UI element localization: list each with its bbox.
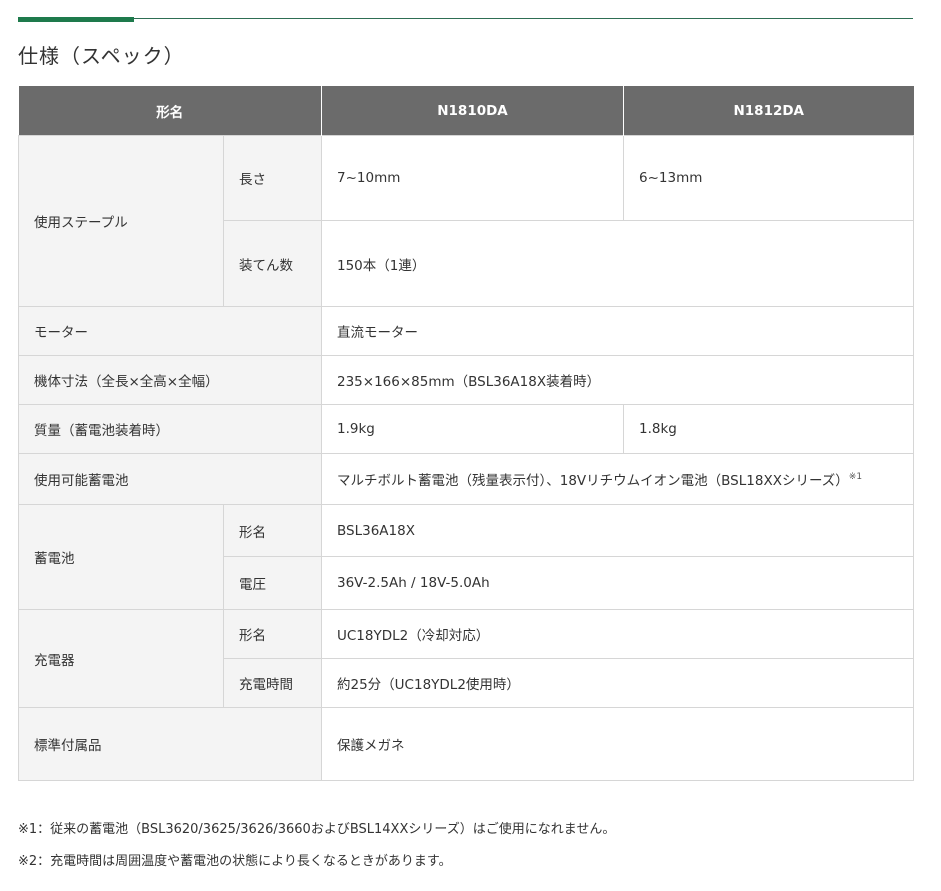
charger-time-value: 約25分（UC18YDL2使用時） xyxy=(321,658,914,708)
charger-label: 充電器 xyxy=(18,609,224,708)
header-model-label: 形名 xyxy=(18,86,322,136)
staple-length-label: 長さ xyxy=(223,135,322,221)
table-row: 機体寸法（全長×全高×全幅） 235×166×85mm（BSL36A18X装着時… xyxy=(18,355,914,405)
section-divider xyxy=(18,18,913,19)
staple-length-n1812da: 6~13mm xyxy=(623,135,914,221)
table-header-row: 形名 N1810DA N1812DA xyxy=(18,86,914,136)
footnote-2: ※2：充電時間は周囲温度や蓄電池の状態により長くなるときがあります。 xyxy=(18,854,452,869)
usable-battery-label: 使用可能蓄電池 xyxy=(18,453,322,505)
table-row: 蓄電池 形名 BSL36A18X xyxy=(18,504,914,610)
table-row: 使用可能蓄電池 マルチボルト蓄電池（残量表示付）、18Vリチウムイオン電池（BS… xyxy=(18,453,914,505)
header-model-n1810da: N1810DA xyxy=(321,86,624,136)
footnote-1: ※1：従来の蓄電池（BSL3620/3625/3626/3660およびBSL14… xyxy=(18,822,616,837)
battery-model-label: 形名 xyxy=(223,504,322,557)
motor-label: モーター xyxy=(18,306,322,356)
accessories-label: 標準付属品 xyxy=(18,707,322,781)
weight-label: 質量（蓄電池装着時） xyxy=(18,404,322,454)
usable-battery-cell: マルチボルト蓄電池（残量表示付）、18Vリチウムイオン電池（BSL18XXシリー… xyxy=(321,453,914,505)
battery-model-value: BSL36A18X xyxy=(321,504,914,557)
staple-length-n1810da: 7~10mm xyxy=(321,135,624,221)
header-model-n1812da: N1812DA xyxy=(623,86,914,136)
weight-n1810da: 1.9kg xyxy=(321,404,624,454)
dimensions-label: 機体寸法（全長×全高×全幅） xyxy=(18,355,322,405)
table-row: 充電器 形名 UC18YDL2（冷却対応） xyxy=(18,609,914,708)
staple-capacity-value: 150本（1連） xyxy=(321,220,914,307)
charger-model-label: 形名 xyxy=(223,609,322,659)
spec-table: 形名 N1810DA N1812DA 使用ステープル 長さ 7~10mm 6~1… xyxy=(18,86,914,781)
motor-value: 直流モーター xyxy=(321,306,914,356)
table-row: 質量（蓄電池装着時） 1.9kg 1.8kg xyxy=(18,404,914,454)
weight-n1812da: 1.8kg xyxy=(623,404,914,454)
battery-voltage-value: 36V-2.5Ah / 18V-5.0Ah xyxy=(321,556,914,610)
dimensions-value: 235×166×85mm（BSL36A18X装着時） xyxy=(321,355,914,405)
section-accent-bar xyxy=(18,17,134,22)
table-row: モーター 直流モーター xyxy=(18,306,914,356)
charger-time-label: 充電時間 xyxy=(223,658,322,708)
table-row: 標準付属品 保護メガネ xyxy=(18,707,914,781)
table-row: 使用ステープル 長さ 7~10mm 6~13mm xyxy=(18,135,914,307)
accessories-value: 保護メガネ xyxy=(321,707,914,781)
footnote-marker: ※1 xyxy=(848,472,863,482)
battery-voltage-label: 電圧 xyxy=(223,556,322,610)
staple-label: 使用ステープル xyxy=(18,135,224,307)
battery-label: 蓄電池 xyxy=(18,504,224,610)
page-title: 仕様（スペック） xyxy=(18,44,185,68)
staple-capacity-label: 装てん数 xyxy=(223,220,322,307)
usable-battery-value: マルチボルト蓄電池（残量表示付）、18Vリチウムイオン電池（BSL18XXシリー… xyxy=(337,473,849,489)
charger-model-value: UC18YDL2（冷却対応） xyxy=(321,609,914,659)
